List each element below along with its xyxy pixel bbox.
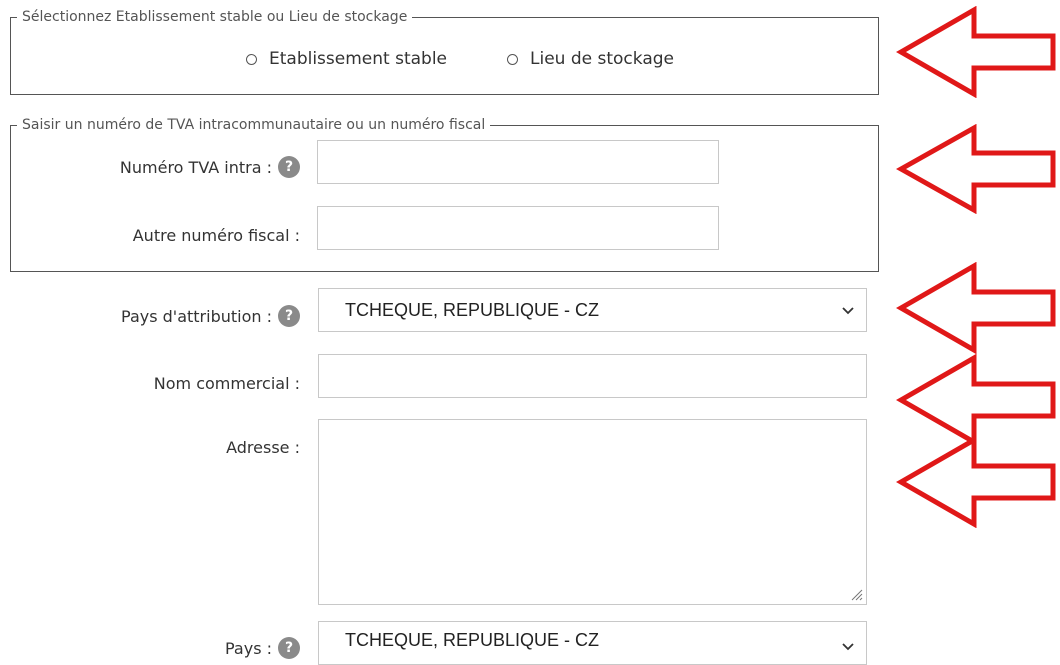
radio-lieu-de-stockage[interactable]: Lieu de stockage — [507, 49, 674, 69]
autre-numero-fiscal-input[interactable] — [317, 206, 719, 250]
autre-numero-fiscal-label: Autre numéro fiscal : — [132, 225, 300, 245]
chevron-down-icon — [842, 638, 854, 654]
pays-select[interactable]: TCHEQUE, REPUBLIQUE - CZ — [318, 621, 867, 665]
red-arrow-left-icon — [896, 354, 1056, 446]
radio-label: Lieu de stockage — [530, 49, 674, 69]
pays-label: Pays : ? — [225, 636, 300, 660]
resize-handle-icon[interactable] — [849, 587, 863, 601]
tva-intra-label: Numéro TVA intra : ? — [120, 155, 300, 179]
pays-attribution-select[interactable]: TCHEQUE, REPUBLIQUE - CZ — [318, 288, 867, 332]
pays-attribution-label: Pays d'attribution : ? — [121, 304, 300, 328]
nom-commercial-input[interactable] — [318, 354, 867, 398]
adresse-textarea[interactable] — [318, 419, 867, 605]
help-icon[interactable]: ? — [278, 637, 300, 659]
red-arrow-left-icon — [896, 6, 1056, 98]
tva-intra-input[interactable] — [317, 140, 719, 184]
help-icon[interactable]: ? — [278, 305, 300, 327]
radio-circle-icon[interactable] — [507, 53, 519, 65]
adresse-label: Adresse : — [226, 437, 300, 457]
red-arrow-left-icon — [896, 124, 1056, 214]
tax-number-legend: Saisir un numéro de TVA intracommunautai… — [22, 117, 486, 133]
type-radio-group: Etablissement stable Lieu de stockage — [246, 49, 674, 69]
chevron-down-icon — [842, 302, 854, 318]
red-arrow-left-icon — [896, 262, 1056, 354]
type-selection-legend: Sélectionnez Etablissement stable ou Lie… — [22, 9, 408, 25]
help-icon[interactable]: ? — [278, 156, 300, 178]
radio-circle-icon[interactable] — [246, 53, 257, 65]
radio-etablissement-stable[interactable]: Etablissement stable — [246, 49, 447, 69]
nom-commercial-label: Nom commercial : — [153, 373, 300, 393]
radio-label: Etablissement stable — [269, 49, 448, 69]
red-arrow-left-icon — [896, 436, 1056, 528]
